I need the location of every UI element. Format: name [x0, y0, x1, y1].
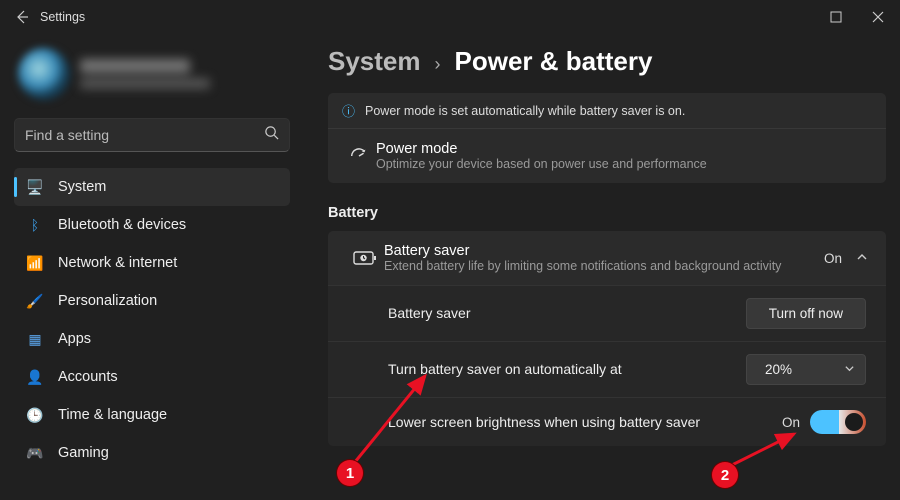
- annotation-marker-2: 2: [712, 462, 738, 488]
- auto-threshold-value: 20%: [765, 362, 792, 377]
- auto-threshold-dropdown[interactable]: 20%: [746, 354, 866, 385]
- nav-icon: 🖌️: [26, 293, 44, 310]
- close-button[interactable]: [862, 1, 894, 33]
- nav-label: Bluetooth & devices: [58, 217, 186, 233]
- maximize-icon: [830, 11, 842, 23]
- battery-saver-title: Battery saver: [384, 243, 814, 259]
- brightness-toggle[interactable]: [810, 410, 866, 434]
- search-input[interactable]: [25, 127, 264, 143]
- chevron-up-icon: [856, 251, 868, 266]
- nav-icon: ᛒ: [26, 217, 44, 233]
- info-banner: ⓘ Power mode is set automatically while …: [328, 93, 886, 128]
- info-banner-text: Power mode is set automatically while ba…: [365, 104, 685, 118]
- row-brightness: Lower screen brightness when using batte…: [328, 397, 886, 446]
- nav-icon: 👤: [26, 369, 44, 386]
- sidebar-item-accounts[interactable]: 👤 Accounts: [14, 358, 290, 396]
- power-mode-title: Power mode: [376, 141, 872, 157]
- breadcrumb-parent[interactable]: System: [328, 46, 421, 77]
- power-mode-subtitle: Optimize your device based on power use …: [376, 157, 872, 171]
- sidebar-item-time-language[interactable]: 🕒 Time & language: [14, 396, 290, 434]
- nav-label: Time & language: [58, 407, 167, 423]
- nav-label: Network & internet: [58, 255, 177, 271]
- back-button[interactable]: [6, 1, 38, 33]
- sidebar: 🖥️ System ᛒ Bluetooth & devices 📶 Network & i…: [0, 34, 300, 500]
- nav-icon: 🖥️: [26, 179, 44, 196]
- battery-saver-subtitle: Extend battery life by limiting some not…: [384, 259, 814, 273]
- row-auto-on: Turn battery saver on automatically at 2…: [328, 341, 886, 397]
- nav-icon: 🕒: [26, 407, 44, 424]
- power-mode-card[interactable]: Power mode Optimize your device based on…: [328, 128, 886, 183]
- nav-list: 🖥️ System ᛒ Bluetooth & devices 📶 Network & i…: [14, 168, 290, 472]
- maximize-button[interactable]: [820, 1, 852, 33]
- annotation-marker-1: 1: [337, 460, 363, 486]
- nav-icon: ▦: [26, 331, 44, 348]
- battery-section-header: Battery: [328, 205, 886, 221]
- chevron-down-icon: [844, 362, 855, 377]
- title-bar: Settings: [0, 0, 900, 34]
- avatar: [18, 48, 70, 100]
- nav-label: Accounts: [58, 369, 118, 385]
- info-icon: ⓘ: [342, 101, 355, 120]
- row-turn-off-label: Battery saver: [388, 304, 746, 323]
- nav-icon: 🎮: [26, 445, 44, 462]
- profile-block[interactable]: [14, 40, 290, 112]
- sidebar-item-apps[interactable]: ▦ Apps: [14, 320, 290, 358]
- search-icon: [264, 125, 279, 145]
- search-box[interactable]: [14, 118, 290, 152]
- profile-text: [80, 59, 210, 89]
- sidebar-item-network-internet[interactable]: 📶 Network & internet: [14, 244, 290, 282]
- nav-label: Personalization: [58, 293, 157, 309]
- battery-saver-panel[interactable]: Battery saver Extend battery life by lim…: [328, 231, 886, 285]
- brightness-toggle-state: On: [782, 415, 800, 430]
- sidebar-item-personalization[interactable]: 🖌️ Personalization: [14, 282, 290, 320]
- content-area: System › Power & battery ⓘ Power mode is…: [300, 34, 900, 500]
- sidebar-item-gaming[interactable]: 🎮 Gaming: [14, 434, 290, 472]
- row-auto-on-label: Turn battery saver on automatically at: [388, 360, 746, 379]
- battery-saver-state: On: [824, 251, 842, 266]
- nav-label: System: [58, 179, 106, 195]
- turn-off-now-button[interactable]: Turn off now: [746, 298, 866, 329]
- sidebar-item-system[interactable]: 🖥️ System: [14, 168, 290, 206]
- row-brightness-label: Lower screen brightness when using batte…: [388, 413, 782, 432]
- chevron-right-icon: ›: [435, 54, 441, 75]
- nav-icon: 📶: [26, 255, 44, 272]
- power-mode-icon: [342, 145, 376, 167]
- battery-saver-icon: [346, 249, 384, 267]
- row-turn-off: Battery saver Turn off now: [328, 285, 886, 341]
- page-title: Power & battery: [455, 46, 653, 77]
- close-icon: [872, 11, 884, 23]
- breadcrumb: System › Power & battery: [328, 46, 886, 77]
- window-title: Settings: [40, 10, 85, 24]
- sidebar-item-bluetooth-devices[interactable]: ᛒ Bluetooth & devices: [14, 206, 290, 244]
- arrow-left-icon: [14, 9, 30, 25]
- nav-label: Gaming: [58, 445, 109, 461]
- nav-label: Apps: [58, 331, 91, 347]
